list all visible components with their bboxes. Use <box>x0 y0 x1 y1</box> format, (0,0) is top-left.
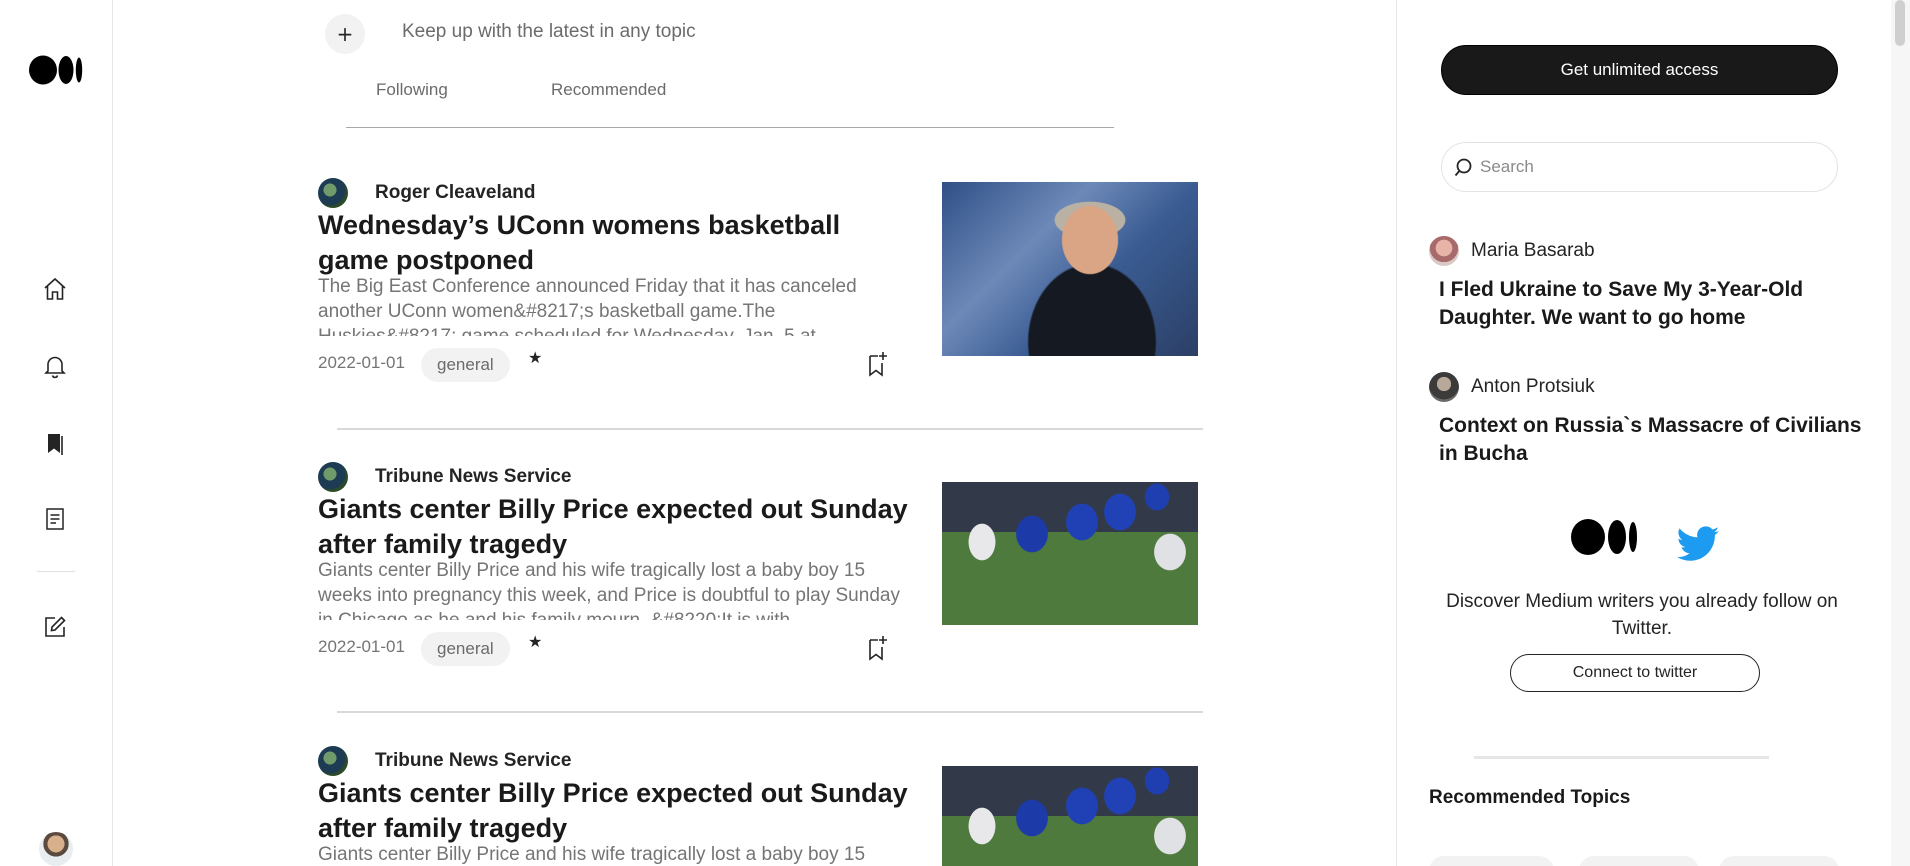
topic-bar: + Keep up with the latest in any topic <box>325 14 1125 54</box>
get-unlimited-access-button[interactable]: Get unlimited access <box>1441 45 1838 95</box>
recommended-post-title[interactable]: Context on Russia`s Massacre of Civilian… <box>1439 412 1869 468</box>
twitter-connect-block: Discover Medium writers you already foll… <box>1437 512 1847 692</box>
post-card[interactable]: Tribune News Service Giants center Billy… <box>318 746 1203 866</box>
post-date: 2022-01-01 <box>318 353 405 372</box>
post-title[interactable]: Wednesday’s UConn womens basketball game… <box>318 208 918 278</box>
post-title[interactable]: Giants center Billy Price expected out S… <box>318 492 918 562</box>
scrollbar-thumb[interactable] <box>1895 0 1905 46</box>
page-scrollbar[interactable] <box>1891 0 1910 866</box>
home-icon[interactable] <box>40 274 70 304</box>
post-title[interactable]: Giants center Billy Price expected out S… <box>318 776 918 846</box>
post-excerpt[interactable]: Giants center Billy Price and his wife t… <box>318 558 908 620</box>
medium-logo-icon <box>1571 519 1637 555</box>
post-divider <box>337 711 1203 713</box>
post-meta: 2022-01-01 general ★ <box>318 632 908 666</box>
twitter-bird-icon <box>1676 526 1720 561</box>
author-avatar[interactable] <box>318 746 348 776</box>
search-input[interactable] <box>1480 151 1820 183</box>
author-name[interactable]: Tribune News Service <box>375 466 571 488</box>
sidebar-divider <box>1474 756 1769 759</box>
left-nav-rail <box>0 0 113 866</box>
add-topic-button[interactable]: + <box>325 14 365 54</box>
bookmarks-icon[interactable] <box>40 428 70 458</box>
author-name[interactable]: Roger Cleaveland <box>375 182 536 204</box>
medium-logo-icon[interactable] <box>29 55 84 85</box>
author-avatar[interactable] <box>1429 236 1459 266</box>
post-card[interactable]: Tribune News Service Giants center Billy… <box>318 462 1203 682</box>
post-excerpt[interactable]: Giants center Billy Price and his wife t… <box>318 842 908 866</box>
post-divider <box>337 428 1203 430</box>
topic-chip[interactable] <box>1579 856 1699 866</box>
notifications-bell-icon[interactable] <box>40 351 70 381</box>
save-bookmark-icon[interactable] <box>864 634 890 662</box>
post-author[interactable]: Tribune News Service <box>318 462 571 492</box>
post-date: 2022-01-01 <box>318 637 405 656</box>
tab-following[interactable]: Following <box>376 80 448 100</box>
recommended-topics-title: Recommended Topics <box>1429 787 1631 808</box>
write-icon[interactable] <box>40 612 70 642</box>
connect-twitter-button[interactable]: Connect to twitter <box>1510 654 1760 692</box>
search-icon <box>1454 158 1472 177</box>
recommended-post-title[interactable]: I Fled Ukraine to Save My 3-Year-Old Dau… <box>1439 276 1869 332</box>
post-thumbnail[interactable] <box>942 482 1198 625</box>
post-tag-chip[interactable]: general <box>421 632 510 666</box>
topic-chip[interactable] <box>1429 856 1554 866</box>
stories-icon[interactable] <box>40 504 70 534</box>
right-sidebar: Get unlimited access Maria Basarab I Fle… <box>1396 0 1891 866</box>
recommended-author[interactable]: Anton Protsiuk <box>1429 372 1595 402</box>
post-tag-chip[interactable]: general <box>421 348 510 382</box>
user-avatar[interactable] <box>39 832 73 866</box>
author-name[interactable]: Anton Protsiuk <box>1471 376 1595 398</box>
author-avatar[interactable] <box>1429 372 1459 402</box>
rail-divider <box>37 571 75 572</box>
post-thumbnail[interactable] <box>942 182 1198 356</box>
medium-home-page: + Keep up with the latest in any topic F… <box>0 0 1910 866</box>
topic-prompt: Keep up with the latest in any topic <box>402 21 696 42</box>
post-author[interactable]: Roger Cleaveland <box>318 178 536 208</box>
twitter-discover-text: Discover Medium writers you already foll… <box>1446 591 1838 639</box>
topic-chip[interactable] <box>1719 856 1839 866</box>
post-excerpt[interactable]: The Big East Conference announced Friday… <box>318 274 908 336</box>
post-thumbnail[interactable] <box>942 766 1198 866</box>
post-card[interactable]: Roger Cleaveland Wednesday’s UConn women… <box>318 178 1203 398</box>
author-avatar[interactable] <box>318 462 348 492</box>
search-box[interactable] <box>1441 142 1838 192</box>
tab-recommended[interactable]: Recommended <box>551 80 666 100</box>
feed-tabs: Following Recommended <box>346 68 1114 128</box>
author-name[interactable]: Tribune News Service <box>375 750 571 772</box>
post-meta: 2022-01-01 general ★ <box>318 348 908 382</box>
recommended-author[interactable]: Maria Basarab <box>1429 236 1595 266</box>
member-star-icon: ★ <box>528 632 543 651</box>
save-bookmark-icon[interactable] <box>864 350 890 378</box>
post-author[interactable]: Tribune News Service <box>318 746 571 776</box>
author-avatar[interactable] <box>318 178 348 208</box>
member-star-icon: ★ <box>528 348 543 367</box>
author-name[interactable]: Maria Basarab <box>1471 240 1595 262</box>
